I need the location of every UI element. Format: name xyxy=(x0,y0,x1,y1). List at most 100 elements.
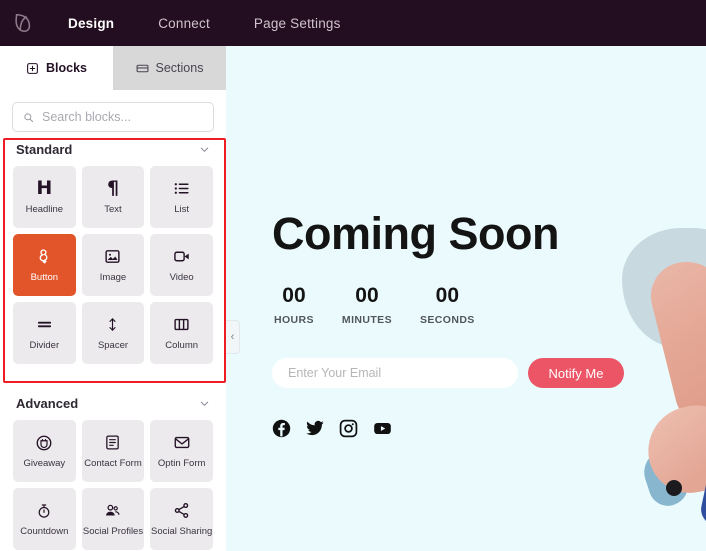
countdown-value: 00 xyxy=(435,284,460,307)
top-navigation-bar: Design Connect Page Settings xyxy=(0,0,706,46)
paragraph-icon: ¶ xyxy=(106,177,120,200)
block-label: Image xyxy=(99,271,127,283)
advanced-blocks-grid: Giveaway Contact Form Optin Form Countdo… xyxy=(12,420,214,551)
standard-group-header[interactable]: Standard xyxy=(12,132,214,166)
optin-form: Notify Me xyxy=(272,358,624,388)
block-tile-social-sharing[interactable]: Social Sharing xyxy=(150,488,213,550)
photo-watch xyxy=(666,480,682,496)
page-title: Coming Soon xyxy=(272,208,559,259)
block-tile-divider[interactable]: Divider xyxy=(13,302,76,364)
leaf-logo-icon xyxy=(15,13,31,33)
search-container xyxy=(0,90,226,132)
countdown-value: 00 xyxy=(282,284,306,307)
collapse-panel-handle[interactable]: ‹ xyxy=(226,320,240,354)
tab-blocks[interactable]: Blocks xyxy=(0,46,113,90)
block-label: Headline xyxy=(25,203,64,215)
share-icon xyxy=(173,501,190,521)
countdown-unit-seconds: 00 SECONDS xyxy=(420,284,475,326)
countdown-timer: 00 HOURS 00 MINUTES 00 SECONDS xyxy=(274,284,475,326)
block-tile-contact-form[interactable]: Contact Form xyxy=(81,420,145,482)
standard-blocks-group: Standard H Headline ¶ Text List Button I… xyxy=(0,132,226,370)
facebook-icon[interactable] xyxy=(272,419,291,438)
block-label: List xyxy=(174,203,190,215)
block-tile-list[interactable]: List xyxy=(150,166,213,228)
block-tile-text[interactable]: ¶ Text xyxy=(81,166,145,228)
countdown-label: MINUTES xyxy=(341,314,392,326)
countdown-unit-hours: 00 HOURS xyxy=(274,284,314,326)
countdown-label: HOURS xyxy=(274,314,314,326)
countdown-label: SECONDS xyxy=(419,314,475,326)
block-label: Button xyxy=(30,271,59,283)
nav-label: Design xyxy=(68,15,115,31)
block-tile-spacer[interactable]: Spacer xyxy=(81,302,145,364)
block-tile-image[interactable]: Image xyxy=(81,234,145,296)
block-tile-countdown[interactable]: Countdown xyxy=(13,488,76,550)
stopwatch-icon xyxy=(36,501,52,521)
panel-tabs: Blocks Sections xyxy=(0,46,226,90)
countdown-unit-minutes: 00 MINUTES xyxy=(342,284,392,326)
block-label: Giveaway xyxy=(23,457,66,469)
notify-me-button[interactable]: Notify Me xyxy=(528,358,624,388)
block-tile-video[interactable]: Video xyxy=(150,234,213,296)
button-cursor-icon xyxy=(36,247,53,267)
countdown-value: 00 xyxy=(355,284,379,307)
nav-item-connect[interactable]: Connect xyxy=(136,0,232,46)
chevron-down-icon[interactable] xyxy=(199,144,210,155)
standard-blocks-grid: H Headline ¶ Text List Button Image Vide… xyxy=(12,166,214,370)
block-tile-social-profiles[interactable]: Social Profiles xyxy=(81,488,145,550)
block-label: Social Sharing xyxy=(151,525,213,537)
divider-icon xyxy=(36,315,53,335)
email-input[interactable] xyxy=(272,358,518,388)
block-label: Video xyxy=(169,271,194,283)
block-label: Text xyxy=(104,203,122,215)
chevron-left-icon: ‹ xyxy=(230,331,235,343)
nav-item-design[interactable]: Design xyxy=(46,0,136,46)
social-profiles-row xyxy=(272,419,393,438)
group-title: Standard xyxy=(16,141,73,157)
nav-label: Page Settings xyxy=(253,15,341,31)
block-label: Optin Form xyxy=(157,457,206,469)
giveaway-icon xyxy=(35,433,53,453)
tab-label: Blocks xyxy=(46,61,87,75)
tab-sections[interactable]: Sections xyxy=(113,46,226,90)
block-label: Column xyxy=(165,339,199,351)
block-label: Countdown xyxy=(20,525,69,537)
search-blocks-box[interactable] xyxy=(12,102,214,132)
block-label: Social Profiles xyxy=(82,525,144,537)
search-icon xyxy=(24,112,34,122)
headline-icon: H xyxy=(36,177,53,200)
social-profiles-icon xyxy=(103,501,122,521)
block-tile-headline[interactable]: H Headline xyxy=(13,166,76,228)
block-tile-button[interactable]: Button xyxy=(13,234,76,296)
block-label: Contact Form xyxy=(84,457,142,469)
chevron-down-icon[interactable] xyxy=(199,398,210,409)
instagram-icon[interactable] xyxy=(339,419,358,438)
spacer-arrows-icon xyxy=(105,315,120,335)
sections-icon xyxy=(136,64,148,72)
blocks-icon xyxy=(27,62,38,74)
nav-item-page-settings[interactable]: Page Settings xyxy=(232,0,363,46)
app-root: Design Connect Page Settings Blocks Sect… xyxy=(0,0,706,551)
youtube-icon[interactable] xyxy=(372,419,393,438)
contact-form-icon xyxy=(104,433,121,453)
page-preview-canvas: Coming Soon 00 HOURS 00 MINUTES 00 SECON… xyxy=(226,46,706,551)
envelope-icon xyxy=(173,433,191,453)
block-tile-column[interactable]: Column xyxy=(150,302,213,364)
advanced-group-header[interactable]: Advanced xyxy=(12,386,214,420)
block-tile-optin-form[interactable]: Optin Form xyxy=(150,420,213,482)
list-icon xyxy=(173,179,190,199)
advanced-blocks-group: Advanced Giveaway Contact Form Optin For… xyxy=(0,386,226,551)
group-title: Advanced xyxy=(16,395,79,411)
block-label: Spacer xyxy=(97,339,129,351)
block-tile-giveaway[interactable]: Giveaway xyxy=(13,420,76,482)
image-icon xyxy=(104,247,121,267)
twitter-icon[interactable] xyxy=(305,419,325,438)
search-input[interactable] xyxy=(42,110,203,124)
tab-label: Sections xyxy=(155,61,204,75)
app-logo[interactable] xyxy=(0,0,46,46)
blocks-sidebar: Standard H Headline ¶ Text xyxy=(0,90,226,551)
columns-icon xyxy=(173,315,190,335)
video-camera-icon xyxy=(173,247,191,267)
nav-label: Connect xyxy=(158,15,210,31)
block-label: Divider xyxy=(29,339,60,351)
